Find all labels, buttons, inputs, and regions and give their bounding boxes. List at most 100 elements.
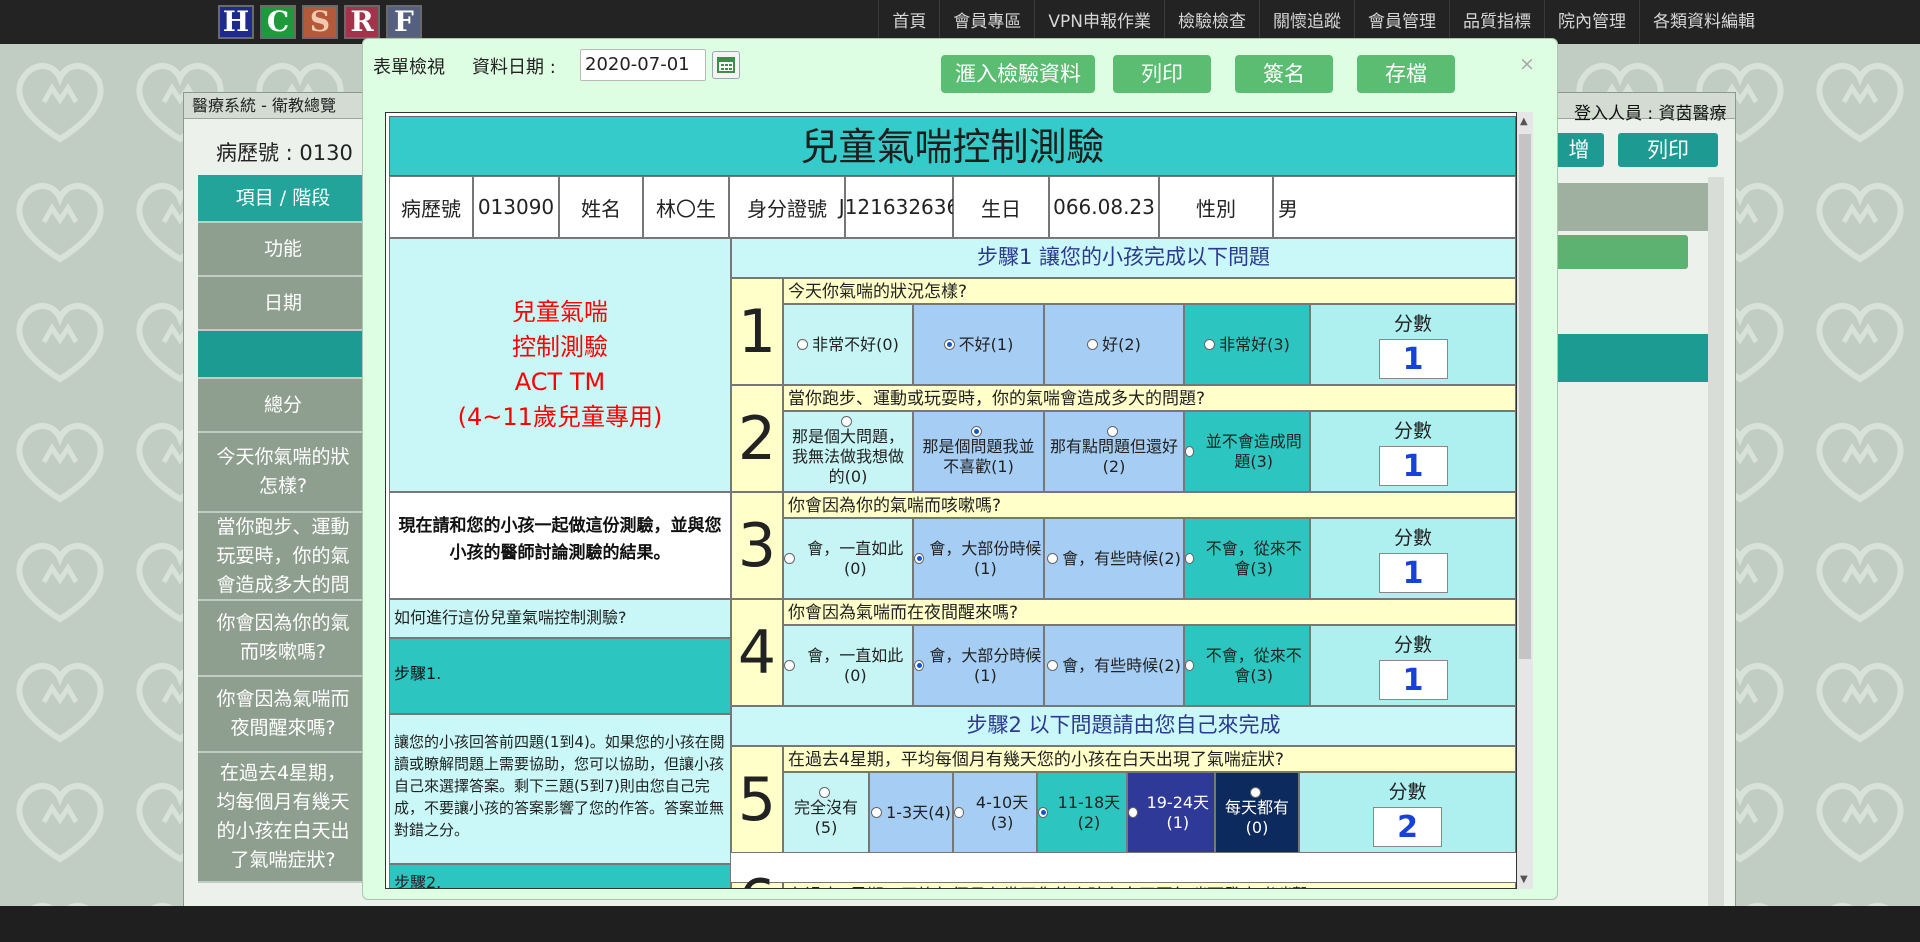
answer-option[interactable]: 4-10天(3): [953, 772, 1037, 853]
how-to-label: 如何進行這份兒童氣喘控制測驗?: [389, 599, 731, 638]
date-input[interactable]: 2020-07-01: [580, 49, 706, 81]
background-left-item: 日期: [198, 277, 368, 331]
answer-option[interactable]: 會，一直如此(0): [783, 518, 913, 599]
answer-option[interactable]: 不會，從來不會(3): [1184, 518, 1310, 599]
close-icon[interactable]: ×: [1519, 53, 1535, 75]
id-label: 身分證號: [729, 176, 845, 238]
radio-button[interactable]: [943, 339, 955, 350]
answer-option-label: 不會，從來不會(3): [1205, 538, 1302, 578]
answer-option-label: 會，一直如此(0): [807, 538, 904, 578]
top-nav-item[interactable]: 各類資料編輯: [1639, 0, 1768, 44]
sign-button[interactable]: 簽名: [1235, 55, 1333, 93]
radio-button[interactable]: [784, 553, 795, 564]
scroll-down-icon[interactable]: ▼: [1520, 874, 1528, 885]
answer-option-label: 會，有些時候(2): [1062, 655, 1181, 675]
radio-button[interactable]: [1087, 339, 1099, 350]
print-button[interactable]: 列印: [1113, 55, 1211, 93]
radio-button[interactable]: [1106, 426, 1118, 437]
record-value: 013090: [473, 176, 559, 238]
left-instruction: 現在請和您的小孩一起做這份測驗，並與您小孩的醫師討論測驗的結果。: [389, 492, 731, 599]
question-text: 在過去4星期，平均每個月有幾天您的小孩在白天出現了氣喘症狀?: [783, 746, 1516, 772]
score-input[interactable]: 2: [1373, 807, 1442, 847]
import-lab-button[interactable]: 滙入檢驗資料: [941, 55, 1095, 93]
background-add-button[interactable]: 增: [1554, 133, 1604, 167]
radio-button[interactable]: [1047, 553, 1059, 564]
radio-button[interactable]: [914, 660, 924, 671]
radio-button[interactable]: [797, 339, 809, 350]
radio-button[interactable]: [1038, 807, 1048, 818]
score-input[interactable]: 1: [1378, 660, 1448, 700]
radio-button[interactable]: [1204, 339, 1216, 350]
answer-option[interactable]: 會，有些時候(2): [1044, 518, 1184, 599]
radio-button[interactable]: [871, 807, 883, 818]
answer-option[interactable]: 19-24天(1): [1127, 772, 1215, 853]
logo-letter: C: [260, 5, 296, 39]
answer-option[interactable]: 每天都有(0): [1215, 772, 1299, 853]
answer-option[interactable]: 會，有些時候(2): [1044, 625, 1184, 706]
background-left-list: 項目 / 階段 功能 日期 總分 今天你氣喘的狀 怎樣? 當你跑步、運動 玩耍時，你的氣 …: [198, 175, 368, 883]
left-title-line: ACT TM: [514, 368, 606, 396]
radio-button[interactable]: [971, 426, 982, 437]
answer-option[interactable]: 那有點問題但還好(2): [1044, 411, 1184, 492]
top-nav-item[interactable]: 院內管理: [1544, 0, 1639, 44]
answer-option[interactable]: 完全沒有(5): [783, 772, 869, 853]
answer-option[interactable]: 不會，從來不會(3): [1184, 625, 1310, 706]
sex-label: 性別: [1159, 176, 1273, 238]
answer-option[interactable]: 11-18天(2): [1037, 772, 1127, 853]
radio-button[interactable]: [818, 787, 830, 798]
answer-option-label: 每天都有(0): [1224, 798, 1289, 837]
calendar-icon[interactable]: [712, 51, 740, 79]
score-label: 分數: [1388, 781, 1427, 803]
radio-button[interactable]: [1185, 553, 1195, 564]
answer-option[interactable]: 不好(1): [913, 304, 1044, 385]
answer-option[interactable]: 非常不好(0): [783, 304, 913, 385]
radio-button[interactable]: [954, 807, 965, 818]
radio-button[interactable]: [840, 416, 852, 427]
scroll-up-icon[interactable]: ▲: [1520, 116, 1528, 127]
answer-option[interactable]: 會，大部份時候(1): [913, 518, 1044, 599]
radio-button[interactable]: [914, 553, 924, 564]
left-title-line: 兒童氣喘: [512, 298, 608, 326]
background-left-item: 在過去4星期， 均每個月有幾天 的小孩在白天出 了氣喘症狀?: [198, 753, 368, 883]
logo-letter: S: [302, 5, 338, 39]
background-left-item: 當你跑步、運動 玩耍時，你的氣 會造成多大的問: [198, 513, 368, 601]
question-text: 你會因為氣喘而在夜間醒來嗎?: [783, 599, 1516, 625]
answer-option-label: 會，有些時候(2): [1062, 548, 1181, 568]
answer-option[interactable]: 非常好(3): [1184, 304, 1310, 385]
answer-option[interactable]: 會，一直如此(0): [783, 625, 913, 706]
radio-button[interactable]: [1185, 660, 1195, 671]
bottom-bar: [0, 906, 1920, 942]
answer-option[interactable]: 1-3天(4): [869, 772, 953, 853]
radio-button[interactable]: [1047, 660, 1059, 671]
background-scrollbar[interactable]: [1708, 177, 1724, 906]
background-action-button-2[interactable]: [1594, 235, 1688, 269]
radio-button[interactable]: [1128, 807, 1138, 818]
radio-button[interactable]: [784, 660, 795, 671]
answer-option[interactable]: 好(2): [1044, 304, 1184, 385]
background-left-item: 項目 / 階段: [198, 175, 368, 223]
answer-option[interactable]: 會，大部分時候(1): [913, 625, 1044, 706]
answer-option-label: 會，一直如此(0): [807, 645, 904, 685]
scroll-thumb[interactable]: [1519, 134, 1531, 659]
radio-button[interactable]: [1185, 446, 1195, 457]
score-input[interactable]: 1: [1378, 446, 1448, 486]
radio-button[interactable]: [1249, 787, 1261, 798]
question-text: 在過去4星期，平均每個月有幾天您的小孩在白天因氣喘而發出哮喘聲?: [783, 882, 1516, 888]
answer-option[interactable]: 那是個問題我並不喜歡(1): [913, 411, 1044, 492]
logo-letter: F: [386, 5, 422, 39]
score-input[interactable]: 1: [1378, 339, 1448, 379]
answer-option[interactable]: 並不會造成問題(3): [1184, 411, 1310, 492]
background-print-button[interactable]: 列印: [1618, 133, 1718, 167]
answer-option-label: 那有點問題但還好(2): [1049, 437, 1178, 476]
logo-letter: R: [344, 5, 380, 39]
question-text: 今天你氣喘的狀況怎樣?: [783, 278, 1516, 304]
answer-option-label: 好(2): [1102, 334, 1141, 354]
patient-info-row: 病歷號 013090 姓名 林〇生 身分證號 J121632636 生日 066…: [389, 176, 1516, 238]
form-scrollbar[interactable]: ▲ ▼: [1517, 112, 1533, 889]
step1-header: 步驟1 讓您的小孩完成以下問題: [731, 238, 1516, 278]
save-button[interactable]: 存檔: [1357, 55, 1455, 93]
score-label: 分數: [1393, 313, 1432, 335]
score-input[interactable]: 1: [1378, 553, 1448, 593]
form-frame: 兒童氣喘控制測驗 病歷號 013090 姓名 林〇生 身分證號 J1216326…: [385, 112, 1517, 889]
answer-option[interactable]: 那是個大問題，我無法做我想做的(0): [783, 411, 913, 492]
